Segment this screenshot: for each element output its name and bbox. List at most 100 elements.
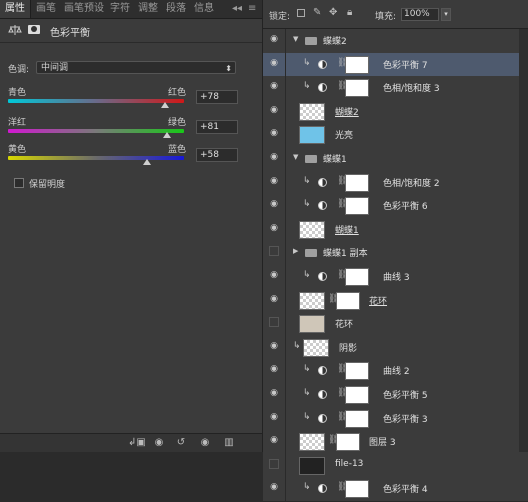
layer-visibility-eye-icon[interactable]: ◉ [269,341,279,351]
tab-adjustments[interactable]: 调整 [138,0,158,18]
layer-mask-thumbnail[interactable] [345,386,369,404]
layer-visibility-eye-icon[interactable]: ◉ [269,435,279,445]
clip-to-layer-icon[interactable]: ↲▣ [128,436,146,450]
layer-thumbnail[interactable] [299,457,325,475]
layer-row[interactable]: ◉ 蝴蝶1 [263,218,528,243]
layer-row[interactable]: ◉ ↳ ⛓︎ 曲线 2 [263,359,528,384]
layer-row[interactable]: ◉ ⛓︎ 图层 3 [263,430,528,455]
layer-mask-thumbnail[interactable] [336,433,360,451]
layer-thumbnail[interactable] [299,221,325,239]
layer-thumbnail[interactable] [299,103,325,121]
slider-magenta-label: 洋红 [8,118,27,128]
layer-visibility-eye-icon[interactable]: ◉ [269,199,279,209]
tab-properties[interactable]: 属性 [0,0,31,18]
lock-all-icon[interactable]: 🔒︎ [347,7,352,18]
lock-pixels-icon[interactable]: ✎ [313,7,321,18]
layer-mask-thumbnail[interactable] [345,480,369,498]
layer-visibility-eye-icon[interactable]: ◉ [269,223,279,233]
clip-arrow-icon: ↳ [303,412,311,422]
lock-transparent-icon[interactable] [297,9,305,17]
collapse-icon[interactable]: ◂◂ [232,0,242,18]
tab-brush-presets[interactable]: 画笔预设 [64,0,104,18]
layer-visibility-off-icon[interactable] [269,246,279,256]
layer-mask-thumbnail[interactable] [345,56,369,74]
mask-icon[interactable] [28,25,40,34]
slider-yellow-blue-track[interactable] [8,156,184,160]
layer-row[interactable]: ◉ ↳ ⛓︎ 色彩平衡 4 [263,477,528,502]
layer-visibility-eye-icon[interactable]: ◉ [269,128,279,138]
layer-row[interactable]: 花环 [263,312,528,337]
layer-row[interactable]: ◉ ↳ ⛓︎ 色彩平衡 3 [263,407,528,432]
layer-mask-thumbnail[interactable] [345,79,369,97]
slider-magenta-green-value[interactable]: +81 [196,120,238,134]
layer-mask-thumbnail[interactable] [345,174,369,192]
layer-visibility-eye-icon[interactable]: ◉ [269,294,279,304]
layer-row[interactable]: ◉ 光亮 [263,123,528,148]
layer-visibility-eye-icon[interactable]: ◉ [269,364,279,374]
slider-cyan-red-value[interactable]: +78 [196,90,238,104]
layer-visibility-eye-icon[interactable]: ◉ [269,34,279,44]
slider-cyan-red-track[interactable] [8,99,184,103]
layer-mask-thumbnail[interactable] [345,197,369,215]
panel-menu-icon[interactable]: ≡ [248,0,256,18]
visibility-eye-icon[interactable]: ◉ [198,436,212,450]
layer-visibility-eye-icon[interactable]: ◉ [269,152,279,162]
layer-visibility-eye-icon[interactable]: ◉ [269,412,279,422]
layer-visibility-off-icon[interactable] [269,317,279,327]
layer-visibility-eye-icon[interactable]: ◉ [269,388,279,398]
slider-cyan-red-thumb[interactable] [161,102,169,108]
layer-row[interactable]: ◉ ↳ 阴影 [263,336,528,361]
layer-row[interactable]: ◉ ⛓︎ 花环 [263,289,528,314]
layer-visibility-eye-icon[interactable]: ◉ [269,270,279,280]
layer-visibility-eye-icon[interactable]: ◉ [269,58,279,68]
layer-name: 蝶蝶1 [323,155,347,165]
tab-character[interactable]: 字符 [110,0,130,18]
layer-row[interactable]: ▶ 蝶蝶1 副本 [263,241,528,266]
layer-row[interactable]: ◉ 蝴蝶2 [263,100,528,125]
fill-dropdown-icon[interactable]: ▾ [441,8,451,21]
slider-yellow-blue-value[interactable]: +58 [196,148,238,162]
layer-visibility-eye-icon[interactable]: ◉ [269,105,279,115]
layer-visibility-eye-icon[interactable]: ◉ [269,81,279,91]
layer-row[interactable]: ◉ ↳ ⛓︎ 色彩平衡 6 [263,194,528,219]
layers-scrollbar[interactable] [519,29,528,452]
layer-thumbnail[interactable] [303,339,329,357]
layer-row[interactable]: ◉ ↳ ⛓︎ 色相/饱和度 3 [263,76,528,101]
layer-thumbnail[interactable] [299,292,325,310]
expand-open-icon[interactable]: ▼ [293,35,298,43]
layer-mask-thumbnail[interactable] [336,292,360,310]
layer-row[interactable]: file-13 [263,454,528,479]
layer-thumbnail[interactable] [299,126,325,144]
view-previous-icon[interactable]: ◉ [152,436,166,450]
adjustment-icon [318,484,327,493]
slider-magenta-green-track[interactable] [8,129,184,133]
layer-visibility-eye-icon[interactable]: ◉ [269,482,279,492]
lock-position-icon[interactable]: ✥ [329,7,337,18]
layer-row[interactable]: ◉ ↳ ⛓︎ 色彩平衡 5 [263,383,528,408]
slider-yellow-blue-thumb[interactable] [143,159,151,165]
slider-magenta-green-thumb[interactable] [163,132,171,138]
layer-visibility-off-icon[interactable] [269,459,279,469]
layer-thumbnail[interactable] [299,315,325,333]
layer-mask-thumbnail[interactable] [345,410,369,428]
expand-closed-icon[interactable]: ▶ [293,247,298,255]
layer-mask-thumbnail[interactable] [345,362,369,380]
layer-row[interactable]: ◉ ▼ 蝶蝶1 [263,147,528,172]
tab-paragraph[interactable]: 段落 [166,0,186,18]
preserve-luminosity-checkbox[interactable] [14,178,24,188]
expand-open-icon[interactable]: ▼ [293,153,298,161]
layer-thumbnail[interactable] [299,433,325,451]
layer-mask-thumbnail[interactable] [345,268,369,286]
layer-row[interactable]: ◉ ↳ ⛓︎ 色彩平衡 7 [263,53,528,78]
tab-brush[interactable]: 画笔 [36,0,56,18]
tone-select[interactable]: 中间调 ⬍ [36,61,236,74]
layer-row[interactable]: ◉ ↳ ⛓︎ 曲线 3 [263,265,528,290]
reset-icon[interactable]: ↺ [174,436,188,450]
layer-visibility-eye-icon[interactable]: ◉ [269,176,279,186]
tab-info[interactable]: 信息 [194,0,214,18]
layer-row[interactable]: ◉ ↳ ⛓︎ 色相/饱和度 2 [263,171,528,196]
fill-input[interactable]: 100% [401,8,439,21]
layer-row[interactable]: ◉ ▼ 蝶蝶2 [263,29,528,54]
layer-name: 色彩平衡 6 [383,202,428,212]
trash-icon[interactable]: ▥ [222,436,236,450]
